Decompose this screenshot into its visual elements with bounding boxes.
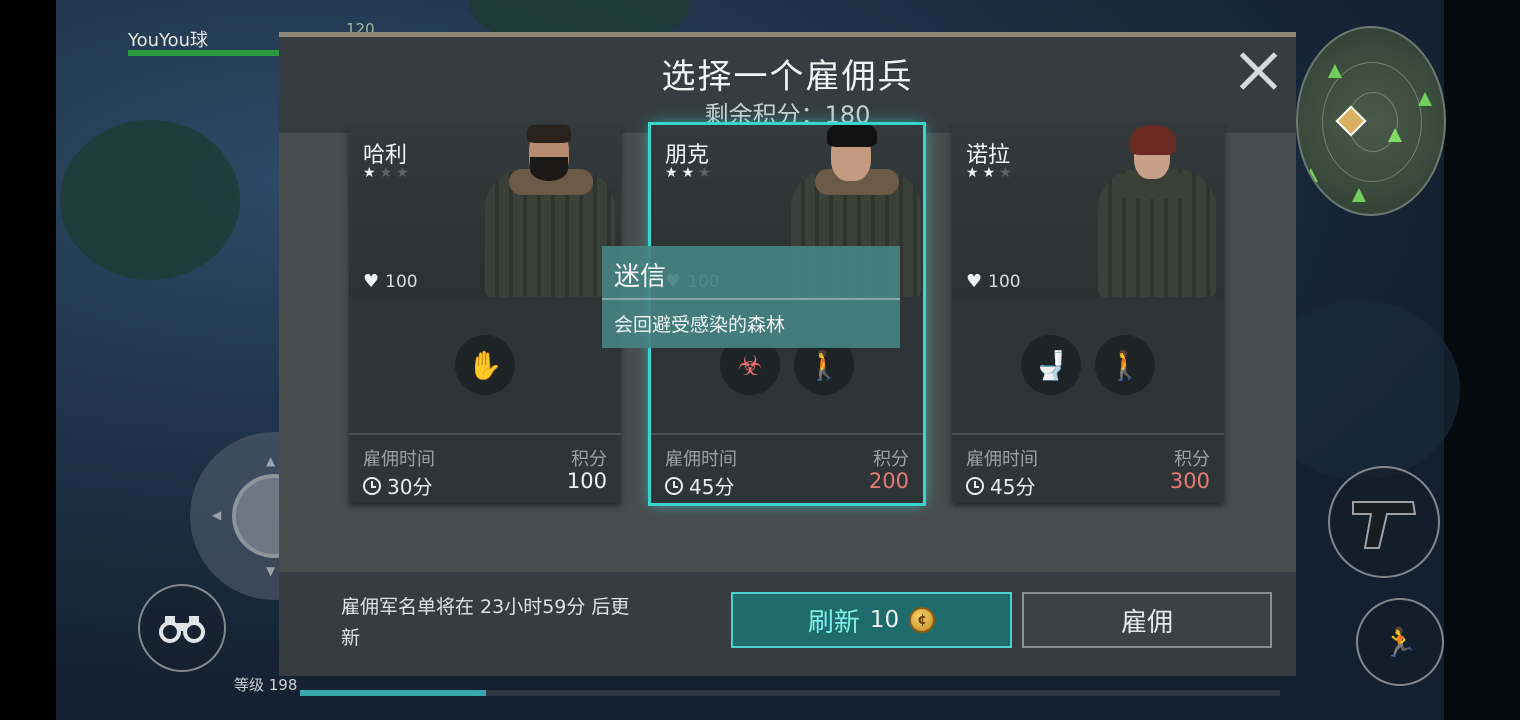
card-footer: 雇佣时间 积分 45分 300 <box>952 433 1224 503</box>
minimap[interactable] <box>1296 26 1446 216</box>
hire-cost: 100 <box>566 469 607 493</box>
star-filled-icon: ★ <box>982 165 1000 181</box>
heart-icon: ♥ <box>966 271 983 292</box>
crouch-button[interactable]: 🏃 <box>1356 598 1444 686</box>
player-hp-bar <box>128 50 280 56</box>
hire-time: 45分 <box>966 471 1035 500</box>
mercenary-hp: ♥ 100 <box>363 271 418 292</box>
dialog-footer: 雇佣军名单将在 23小时59分 后更新 刷新 10 ¢ 雇佣 <box>279 572 1296 676</box>
hire-time-value: 30分 <box>387 475 433 499</box>
star-filled-icon: ★ <box>665 165 682 181</box>
arrow-down-icon: ▼ <box>266 564 276 578</box>
coin-icon: ¢ <box>909 607 936 633</box>
tree-marker-icon <box>1352 188 1366 202</box>
star-rating: ★★★ <box>665 165 715 181</box>
star-rating: ★★★ <box>966 165 1016 181</box>
close-icon[interactable] <box>1236 49 1280 93</box>
hire-button[interactable]: 雇佣 <box>1022 592 1272 648</box>
hire-time: 45分 <box>665 471 734 500</box>
binoculars-icon <box>159 616 205 643</box>
star-empty-icon: ★ <box>999 165 1016 181</box>
tooltip-description: 会回避受感染的森林 <box>614 314 786 336</box>
card-footer: 雇佣时间 积分 30分 100 <box>349 433 621 503</box>
star-filled-icon: ★ <box>966 165 983 181</box>
tooltip-divider <box>602 298 900 300</box>
hire-cost: 200 <box>868 469 909 493</box>
hp-value: 100 <box>988 271 1021 292</box>
hire-time-value: 45分 <box>990 475 1036 499</box>
foliage <box>60 120 240 280</box>
mercenary-portrait: 诺拉 ★★★ ♥ 100 <box>952 125 1224 297</box>
star-filled-icon: ★ <box>363 165 380 181</box>
screen-edge-left <box>0 0 56 720</box>
grab-hand-icon[interactable]: ✋ <box>455 335 515 395</box>
arrow-up-icon: ▲ <box>266 454 276 468</box>
clock-icon <box>665 476 683 495</box>
points-label: 积分 <box>1174 449 1210 470</box>
dialog-header: 选择一个雇佣兵 剩余积分：180 <box>279 37 1296 133</box>
pistol-icon <box>1352 501 1417 549</box>
binoculars-button[interactable] <box>138 584 226 672</box>
refresh-label: 刷新 <box>807 607 860 638</box>
trait-tooltip: 迷信 会回避受感染的森林 <box>602 246 900 348</box>
mercenary-figure <box>481 125 621 297</box>
refresh-cost: 10 <box>869 607 900 633</box>
walking-person-icon[interactable]: 🚶 <box>1095 335 1155 395</box>
tree-marker-icon <box>1304 168 1318 182</box>
refresh-button[interactable]: 刷新 10 ¢ <box>731 592 1012 648</box>
mercenary-figure <box>1094 125 1224 297</box>
points-label: 积分 <box>571 449 607 470</box>
tooltip-title: 迷信 <box>614 262 667 292</box>
screen-edge-right <box>1444 0 1520 720</box>
hire-time-label: 雇佣时间 <box>363 449 435 470</box>
heart-icon: ♥ <box>363 271 380 292</box>
dialog-title: 选择一个雇佣兵 <box>661 57 914 97</box>
trait-list: ✋ <box>349 335 621 395</box>
points-label: 积分 <box>873 449 909 470</box>
clock-icon <box>363 476 381 495</box>
trait-list: 🚽 🚶 <box>952 335 1224 395</box>
star-filled-icon: ★ <box>681 165 699 181</box>
crouch-icon: 🏃 <box>1382 625 1418 659</box>
star-empty-icon: ★ <box>396 165 413 181</box>
toilet-icon[interactable]: 🚽 <box>1021 335 1081 395</box>
hire-cost: 300 <box>1169 469 1210 493</box>
star-rating: ★★★ <box>363 165 413 181</box>
mercenary-hp: ♥ 100 <box>966 271 1021 292</box>
hire-time-value: 45分 <box>689 475 735 499</box>
mercenary-card-harry[interactable]: 哈利 ★★★ ♥ 100 ✋ 雇佣时间 积分 30分 100 <box>349 125 621 503</box>
hp-value: 100 <box>385 271 418 292</box>
xp-bar-fill <box>300 690 487 696</box>
player-name: YouYou球 <box>128 30 209 51</box>
mercenary-card-nora[interactable]: 诺拉 ★★★ ♥ 100 🚽 🚶 雇佣时间 积分 45分 300 <box>952 125 1224 503</box>
arrow-left-icon: ◀ <box>212 508 222 522</box>
star-empty-icon: ★ <box>379 165 397 181</box>
hire-time-label: 雇佣时间 <box>665 449 737 470</box>
refresh-notice: 雇佣军名单将在 23小时59分 后更新 <box>341 596 630 649</box>
star-empty-icon: ★ <box>698 165 715 181</box>
hire-time: 30分 <box>363 471 432 500</box>
mercenary-portrait: 哈利 ★★★ ♥ 100 <box>349 125 621 297</box>
hire-time-label: 雇佣时间 <box>966 449 1038 470</box>
clock-icon <box>966 476 984 495</box>
level-label: 等级 198 <box>234 676 298 694</box>
tree-marker-icon <box>1328 64 1342 78</box>
card-footer: 雇佣时间 积分 45分 200 <box>651 433 923 503</box>
tree-marker-icon <box>1388 128 1402 142</box>
tree-marker-icon <box>1418 92 1432 106</box>
weapon-button[interactable] <box>1328 466 1440 578</box>
